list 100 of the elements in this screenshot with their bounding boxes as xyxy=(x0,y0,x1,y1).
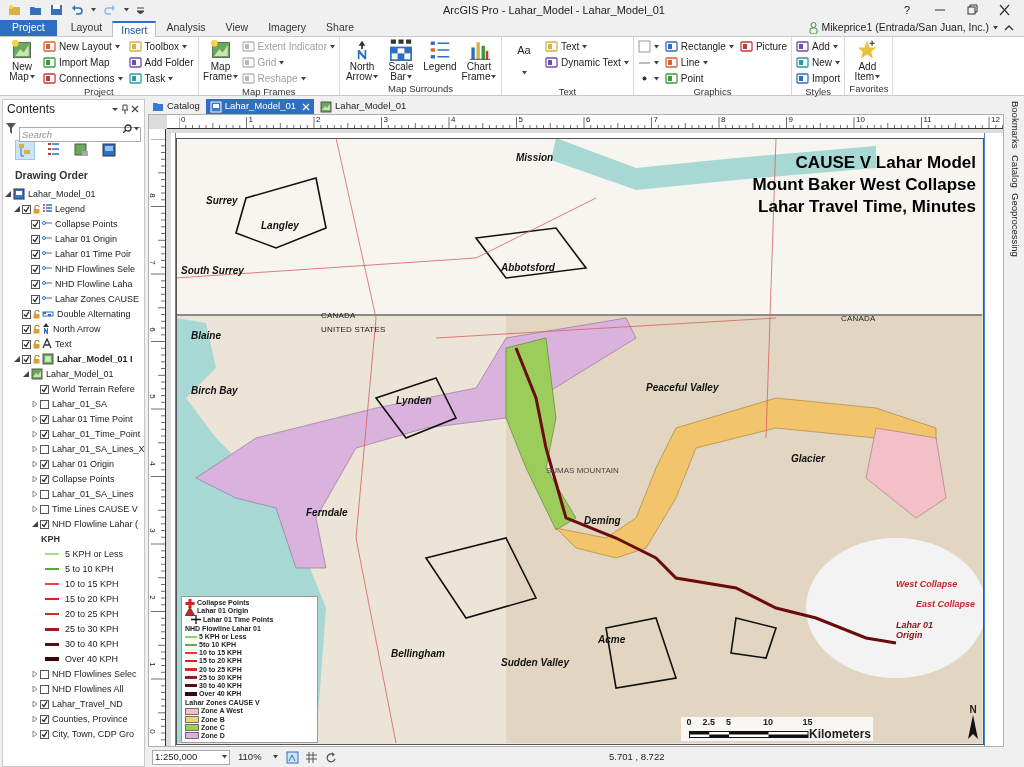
checked-checkbox[interactable] xyxy=(40,459,49,469)
layer-name[interactable]: Lahar_Travel_ND xyxy=(52,697,123,711)
checkbox[interactable] xyxy=(40,504,49,514)
layer-name[interactable]: NHD Flowlines Sele xyxy=(55,262,136,276)
expand-arrow-icon[interactable] xyxy=(32,446,38,453)
ribbon-button[interactable]: North Arrow xyxy=(344,39,380,83)
checked-checkbox[interactable] xyxy=(40,519,49,529)
filter-icon[interactable] xyxy=(6,122,16,134)
ribbon-tab[interactable]: Layout xyxy=(60,20,113,36)
grid-icon[interactable] xyxy=(305,750,318,764)
layer-name[interactable]: World Terrain Refere xyxy=(52,382,135,396)
ribbon-tab[interactable]: Analysis xyxy=(156,20,216,36)
ribbon-button[interactable]: Task xyxy=(128,71,194,86)
ribbon-button[interactable]: Rectangle xyxy=(664,39,734,54)
layer-name[interactable]: Legend xyxy=(55,202,86,216)
checked-checkbox[interactable] xyxy=(40,699,49,709)
fixed-zoom-icon[interactable] xyxy=(286,750,299,764)
checked-checkbox[interactable] xyxy=(22,309,31,319)
checked-checkbox[interactable] xyxy=(31,264,40,274)
layer-name[interactable]: NHD Flowline Laha xyxy=(55,277,133,291)
layer-name[interactable]: Collapse Points xyxy=(52,472,115,486)
scale-dropdown[interactable]: 1:250,000 xyxy=(152,749,230,765)
side-pane-tab[interactable]: Catalog xyxy=(1006,154,1024,188)
text-style-gallery[interactable]: Aa xyxy=(506,39,542,86)
expand-arrow-icon[interactable] xyxy=(32,686,38,693)
undo-icon[interactable] xyxy=(71,4,83,16)
ribbon-button[interactable]: New xyxy=(796,55,841,70)
checked-checkbox[interactable] xyxy=(40,429,49,439)
checked-checkbox[interactable] xyxy=(40,729,49,739)
ribbon-button[interactable]: New Map xyxy=(4,39,40,86)
expand-arrow-icon[interactable] xyxy=(32,731,38,738)
layer-name[interactable]: Lahar 01 Time Point xyxy=(52,412,133,426)
collapse-arrow-icon[interactable] xyxy=(5,191,11,198)
map-legend[interactable] xyxy=(181,596,318,743)
layer-name[interactable]: NHD Flowline Lahar ( xyxy=(52,517,139,531)
checkbox[interactable] xyxy=(40,399,49,409)
ribbon-button[interactable]: Connections xyxy=(43,71,123,86)
customize-toolbar-icon[interactable] xyxy=(137,6,144,14)
ribbon-button[interactable]: Map Frame xyxy=(202,39,239,86)
ribbon-tab[interactable]: Project xyxy=(0,20,57,36)
ribbon-button[interactable]: Text xyxy=(545,39,629,54)
open-folder-icon[interactable] xyxy=(29,4,42,16)
pin-icon[interactable] xyxy=(120,103,130,114)
layer-name[interactable]: Lahar 01 Time Poir xyxy=(55,247,132,261)
expand-arrow-icon[interactable] xyxy=(32,416,38,423)
collapse-arrow-icon[interactable] xyxy=(23,371,29,378)
ribbon-button[interactable]: Toolbox xyxy=(128,39,194,54)
ribbon-button[interactable]: Point xyxy=(664,71,734,86)
checked-checkbox[interactable] xyxy=(22,354,31,364)
expand-arrow-icon[interactable] xyxy=(32,461,38,468)
zoom-dropdown[interactable]: 110% xyxy=(236,749,280,765)
expand-arrow-icon[interactable] xyxy=(32,491,38,498)
checkbox[interactable] xyxy=(40,444,49,454)
document-tab[interactable]: Lahar_Model_01 xyxy=(205,99,315,114)
layer-name[interactable]: Lahar 01 Origin xyxy=(55,232,118,246)
layer-name[interactable]: Lahar_01_SA xyxy=(52,397,108,411)
layer-name[interactable]: North Arrow xyxy=(53,322,101,336)
checked-checkbox[interactable] xyxy=(31,279,40,289)
layer-name[interactable]: Collapse Points xyxy=(55,217,118,231)
collapse-arrow-icon[interactable] xyxy=(32,521,38,528)
layer-name[interactable]: City, Town, CDP Gro xyxy=(52,727,135,741)
layer-name[interactable]: Lahar Zones CAUSE xyxy=(55,292,140,306)
checked-checkbox[interactable] xyxy=(22,324,31,334)
ribbon-button[interactable]: Legend xyxy=(422,39,458,83)
layer-name[interactable]: Counties, Province xyxy=(52,712,128,726)
ribbon-button[interactable]: Chart Frame xyxy=(461,39,497,83)
ribbon-button[interactable]: Picture xyxy=(739,39,787,54)
collapse-arrow-icon[interactable] xyxy=(14,356,20,363)
layer-name[interactable]: Double Alternating xyxy=(57,307,131,321)
checked-checkbox[interactable] xyxy=(40,474,49,484)
close-icon[interactable] xyxy=(130,103,140,114)
checked-checkbox[interactable] xyxy=(40,714,49,724)
checkbox[interactable] xyxy=(40,669,49,679)
ribbon-button[interactable]: Import xyxy=(796,71,841,86)
layer-name[interactable]: Lahar_Model_01 I xyxy=(57,352,133,366)
layer-name[interactable]: NHD Flowlines All xyxy=(52,682,124,696)
side-pane-tab[interactable]: Bookmarks xyxy=(1006,101,1024,149)
checked-checkbox[interactable] xyxy=(31,294,40,304)
ribbon-button[interactable]: Scale Bar xyxy=(383,39,419,83)
ribbon-button[interactable]: Import Map xyxy=(43,55,123,70)
ribbon-button[interactable]: Add Folder xyxy=(128,55,194,70)
ribbon-button[interactable]: New Layout xyxy=(43,39,123,54)
checkbox[interactable] xyxy=(40,684,49,694)
search-field[interactable]: Search xyxy=(19,126,141,142)
checkbox[interactable] xyxy=(40,489,49,499)
side-pane-tab[interactable]: Geoprocessing xyxy=(1006,193,1024,258)
collapse-arrow-icon[interactable] xyxy=(14,206,20,213)
ribbon-button[interactable]: Dynamic Text xyxy=(545,55,629,70)
expand-arrow-icon[interactable] xyxy=(32,506,38,513)
layer-name[interactable]: NHD Flowlines Selec xyxy=(52,667,137,681)
save-icon[interactable] xyxy=(50,4,63,16)
checked-checkbox[interactable] xyxy=(31,219,40,229)
ribbon-tab[interactable]: Insert xyxy=(112,21,157,37)
layer-name[interactable]: Lahar_01_Time_Point xyxy=(52,427,141,441)
ribbon-tab[interactable]: Share xyxy=(316,20,365,36)
expand-arrow-icon[interactable] xyxy=(32,701,38,708)
user-account-menu[interactable]: Mikeprice1 (Entrada/San Juan, Inc.) xyxy=(821,20,989,36)
expand-arrow-icon[interactable] xyxy=(32,671,38,678)
checked-checkbox[interactable] xyxy=(31,249,40,259)
layer-name[interactable]: Lahar_Model_01 xyxy=(46,367,114,381)
